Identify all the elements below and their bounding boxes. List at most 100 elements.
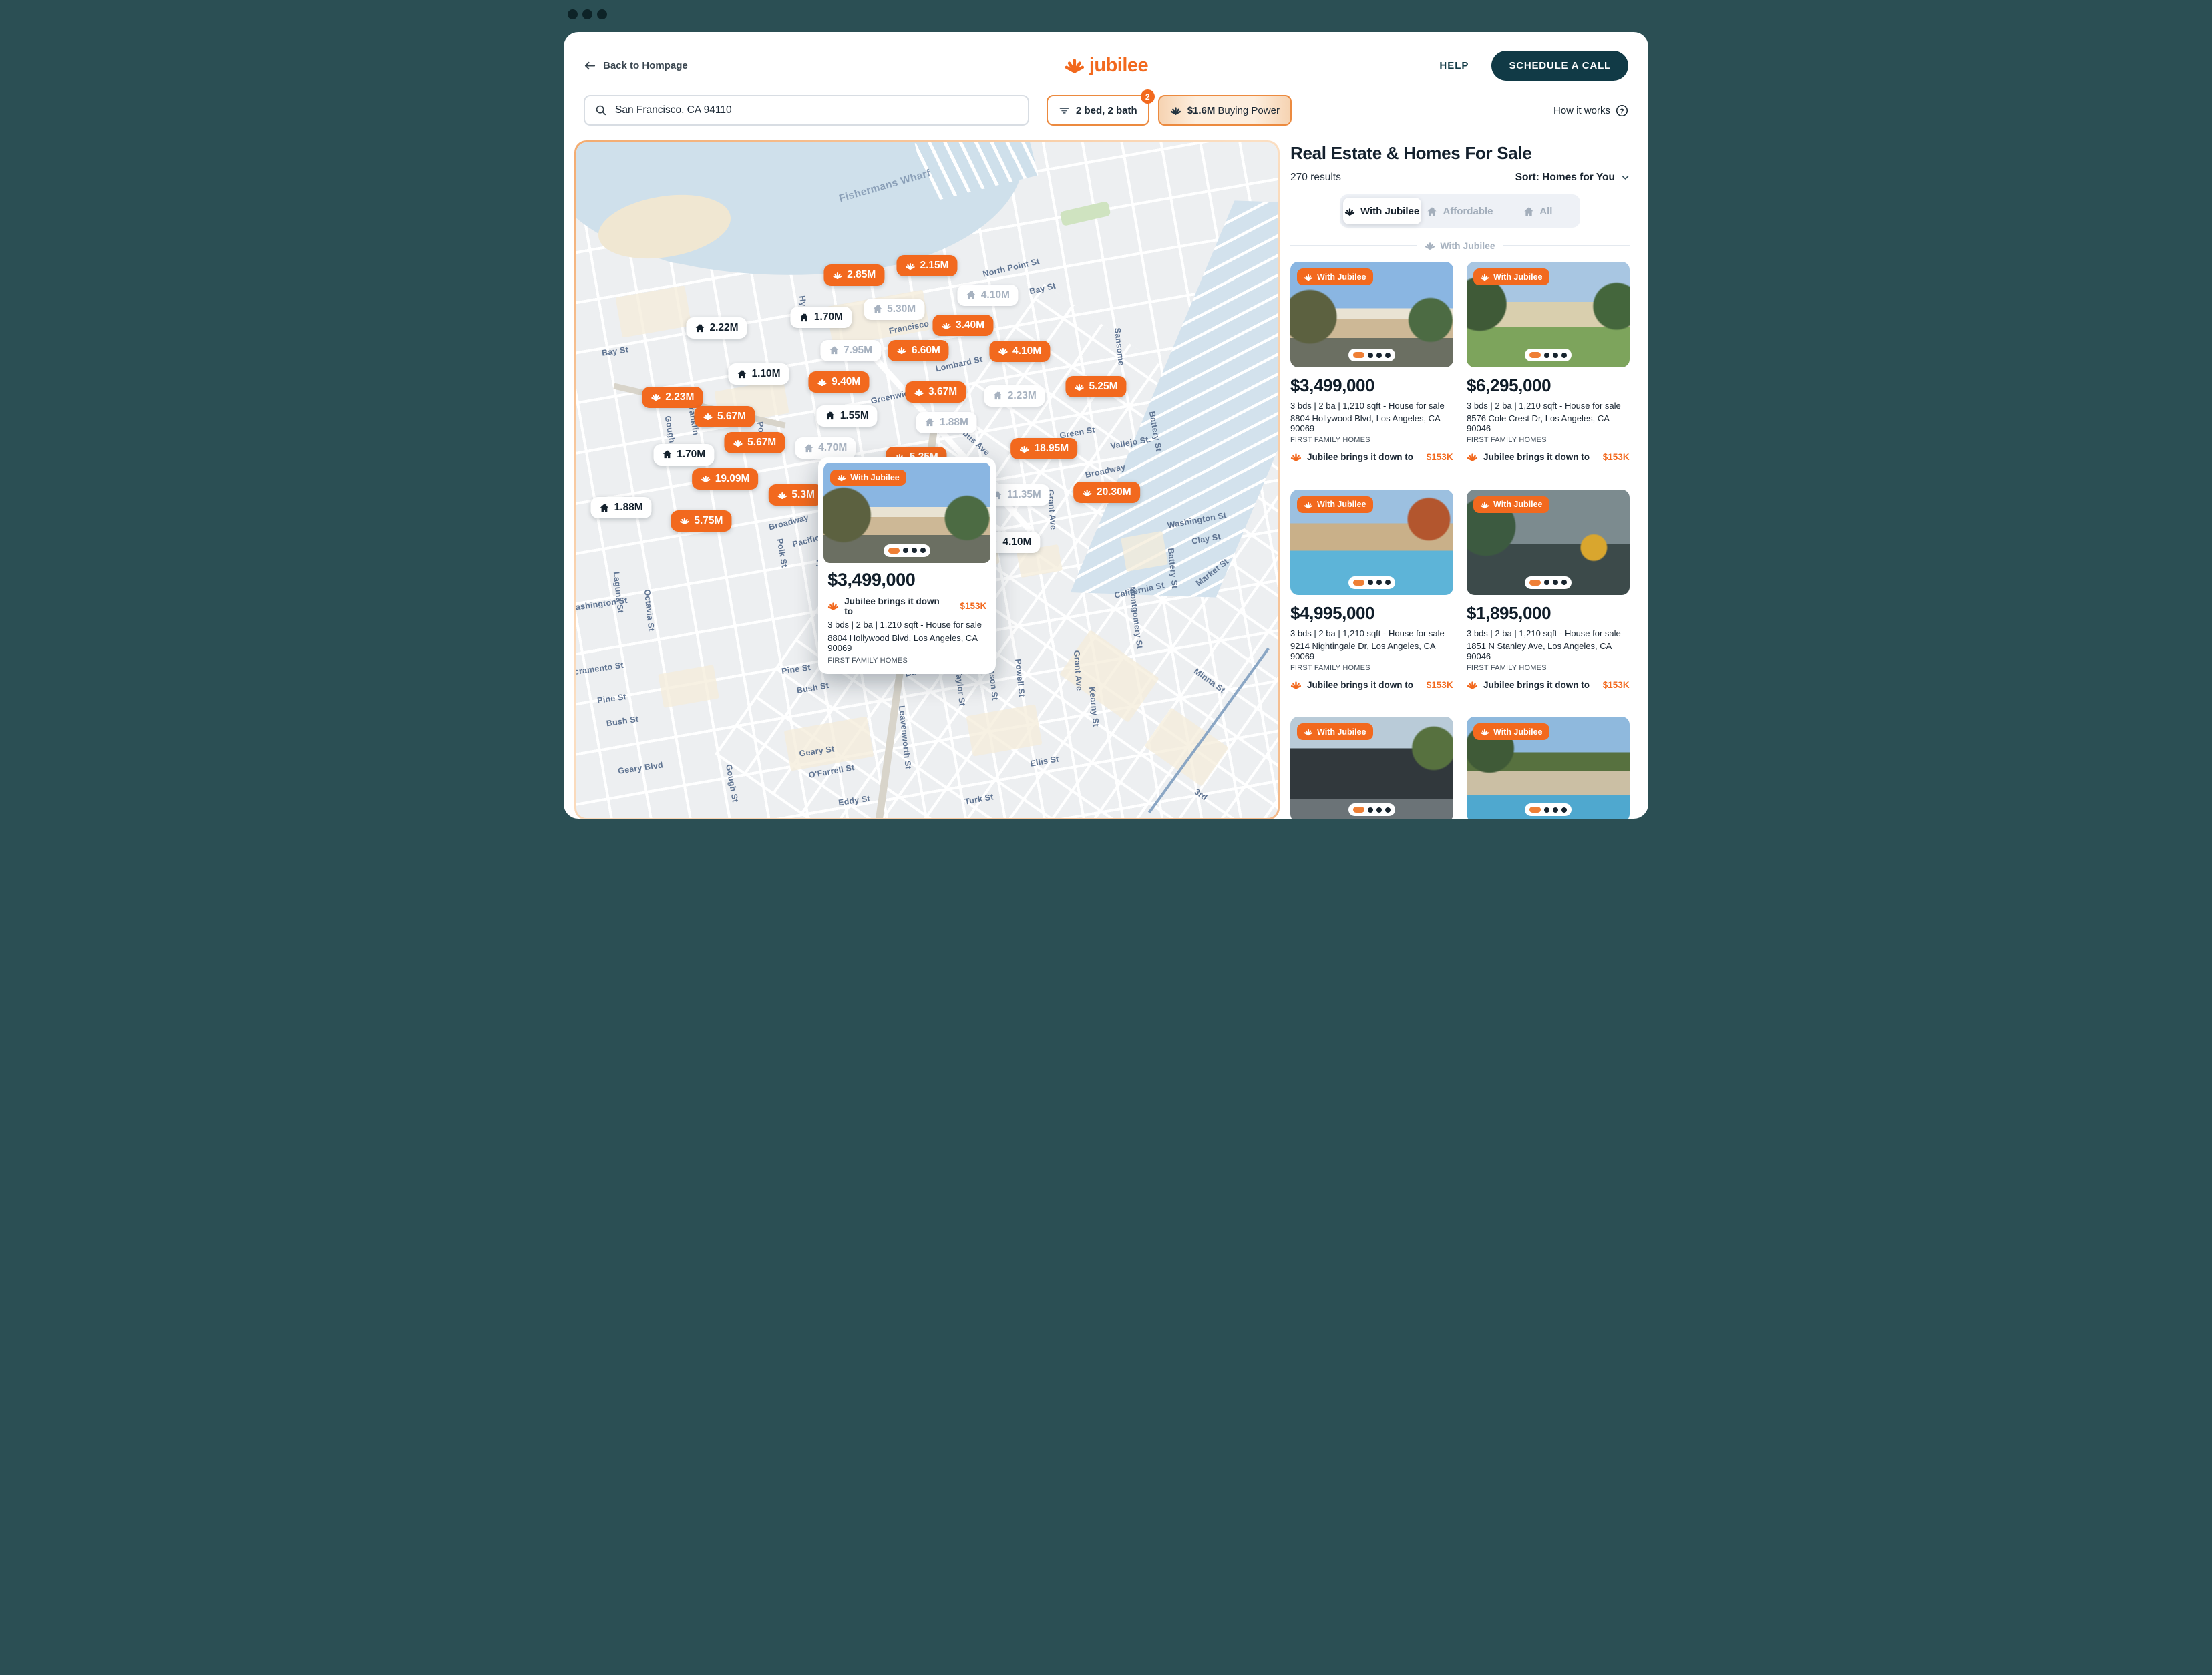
street-label: Washington St: [576, 596, 628, 613]
map-price-marker[interactable]: 2.23M: [984, 385, 1045, 407]
search-row: 2 bed, 2 bath 2 $1.6MBuying Power How it…: [564, 95, 1648, 126]
map-price-marker[interactable]: 4.10M: [989, 341, 1050, 362]
map-price-marker[interactable]: 2.22M: [686, 317, 747, 339]
map-price-marker[interactable]: 1.55M: [817, 405, 878, 427]
map-price-marker[interactable]: 1.70M: [791, 307, 852, 328]
map-price-marker[interactable]: 5.3M: [768, 484, 823, 506]
listing-card[interactable]: With Jubilee $1,699,000 3 bds | 2 ba | 1…: [1467, 717, 1630, 819]
map-price-marker[interactable]: 19.09M: [692, 468, 759, 490]
map-price-marker[interactable]: 1.70M: [653, 444, 714, 466]
jubilee-burst-icon: [837, 473, 846, 483]
map-price-marker[interactable]: 1.88M: [916, 412, 977, 433]
map-price-marker[interactable]: 5.75M: [671, 510, 731, 532]
popup-price: $3,499,000: [827, 570, 986, 590]
street-label: Sacramento St: [576, 661, 624, 678]
tab-with-jubilee[interactable]: With Jubilee: [1343, 198, 1421, 224]
photo-carousel-dots[interactable]: [1348, 576, 1395, 589]
street-label: Geary Blvd: [617, 760, 663, 775]
map-price-marker[interactable]: 4.70M: [795, 437, 856, 459]
help-link[interactable]: HELP: [1439, 60, 1469, 71]
beds-baths-filter-chip[interactable]: 2 bed, 2 bath 2: [1047, 95, 1149, 126]
listing-card[interactable]: With Jubilee $4,995,000 3 bds | 2 ba | 1…: [1290, 490, 1453, 700]
listing-card[interactable]: With Jubilee $1,699,000 3 bds | 2 ba | 1…: [1290, 717, 1453, 819]
map-price-marker[interactable]: 2.23M: [642, 387, 703, 408]
photo-carousel-dots[interactable]: [1525, 576, 1572, 589]
window-dot[interactable]: [582, 9, 592, 19]
window-dot[interactable]: [568, 9, 578, 19]
search-input[interactable]: [614, 104, 1018, 117]
map-price-marker[interactable]: 5.67M: [724, 432, 785, 453]
arrow-left-icon: [584, 59, 596, 72]
buying-power-chip[interactable]: $1.6MBuying Power: [1158, 95, 1292, 126]
popup-deal-line: Jubilee brings it down to $153K: [827, 596, 986, 616]
listing-deal-line: Jubilee brings it down to $153K: [1467, 451, 1630, 463]
listing-photo[interactable]: With Jubilee: [1467, 717, 1630, 819]
listing-card[interactable]: With Jubilee $6,295,000 3 bds | 2 ba | 1…: [1467, 262, 1630, 472]
jubilee-burst-icon: [1290, 451, 1302, 463]
water-bay: [576, 142, 1033, 298]
listing-card[interactable]: With Jubilee $3,499,000 3 bds | 2 ba | 1…: [1290, 262, 1453, 472]
tab-affordable[interactable]: Affordable: [1421, 198, 1499, 224]
street-label: Geary St: [799, 744, 835, 758]
map-frame: Fishermans WharfNorth Point StBay StBay …: [574, 140, 1280, 819]
map-price-marker[interactable]: 1.88M: [591, 497, 652, 518]
map-price-marker[interactable]: 2.85M: [823, 264, 884, 286]
map-price-marker[interactable]: 5.67M: [694, 406, 755, 427]
photo-carousel-dots[interactable]: [884, 544, 930, 557]
schedule-call-button[interactable]: SCHEDULE A CALL: [1491, 51, 1628, 81]
window-dot[interactable]: [597, 9, 607, 19]
with-jubilee-divider: With Jubilee: [1290, 240, 1630, 251]
street-label: Bay St: [1029, 281, 1057, 296]
listing-deal-line: Jubilee brings it down to $153K: [1290, 451, 1453, 463]
filter-icon: [1059, 104, 1070, 116]
popup-photo[interactable]: With Jubilee: [823, 463, 990, 563]
listing-price: $1,895,000: [1467, 603, 1630, 624]
listing-photo[interactable]: With Jubilee: [1290, 262, 1453, 367]
listing-photo[interactable]: With Jubilee: [1467, 490, 1630, 595]
question-circle-icon: ?: [1616, 104, 1628, 117]
photo-carousel-dots[interactable]: [1525, 349, 1572, 361]
jubilee-logo[interactable]: jubilee: [1064, 55, 1148, 77]
map-price-marker[interactable]: 18.95M: [1010, 438, 1077, 459]
map-price-marker[interactable]: 5.25M: [1066, 376, 1127, 397]
street-label: O'Farrell St: [808, 763, 856, 780]
street-label: Pine St: [596, 692, 626, 705]
map-canvas[interactable]: Fishermans WharfNorth Point StBay StBay …: [576, 142, 1278, 818]
map-price-marker[interactable]: 4.10M: [958, 285, 1019, 306]
back-to-homepage-link[interactable]: Back to Hompage: [584, 59, 688, 72]
listing-photo[interactable]: With Jubilee: [1467, 262, 1630, 367]
listing-photo[interactable]: With Jubilee: [1290, 717, 1453, 819]
sort-dropdown[interactable]: Sort: Homes for You: [1515, 172, 1630, 184]
map-price-marker[interactable]: 7.95M: [820, 340, 881, 361]
map-price-marker[interactable]: 3.67M: [905, 381, 966, 403]
map-price-marker[interactable]: 20.30M: [1073, 482, 1140, 503]
street-label: Montgomery St: [1127, 586, 1144, 650]
listing-photo[interactable]: With Jubilee: [1290, 490, 1453, 595]
map-price-marker[interactable]: 1.10M: [728, 363, 789, 385]
street-label: Sansome: [1113, 327, 1126, 366]
photo-carousel-dots[interactable]: [1348, 803, 1395, 816]
buying-power-value: $1.6M: [1187, 105, 1216, 116]
photo-carousel-dots[interactable]: [1348, 349, 1395, 361]
window-controls[interactable]: [568, 9, 607, 19]
with-jubilee-badge: With Jubilee: [1297, 496, 1373, 513]
street-label: 3rd: [1192, 787, 1208, 802]
map-listing-popup[interactable]: With Jubilee $3,499,000 Jubilee brings i…: [818, 457, 996, 674]
map-price-marker[interactable]: 5.30M: [864, 299, 924, 320]
map-price-marker[interactable]: 3.40M: [932, 315, 993, 336]
map-price-marker[interactable]: 9.40M: [808, 371, 869, 393]
photo-carousel-dots[interactable]: [1525, 803, 1572, 816]
top-bar: Back to Hompage jubilee HELP SCHEDULE A …: [564, 32, 1648, 80]
map-price-marker[interactable]: 6.60M: [888, 340, 949, 361]
with-jubilee-badge: With Jubilee: [1297, 723, 1373, 740]
jubilee-burst-icon: [1467, 679, 1478, 691]
how-it-works-link[interactable]: How it works ?: [1553, 104, 1628, 117]
tab-all[interactable]: All: [1499, 198, 1577, 224]
house-icon: [1523, 205, 1534, 216]
location-search[interactable]: [584, 95, 1029, 126]
map-price-marker[interactable]: 2.15M: [896, 255, 957, 276]
listing-price: $4,995,000: [1290, 603, 1453, 624]
listing-card[interactable]: With Jubilee $1,895,000 3 bds | 2 ba | 1…: [1467, 490, 1630, 700]
listing-broker: FIRST FAMILY HOMES: [1290, 664, 1453, 672]
listings-grid: With Jubilee $3,499,000 3 bds | 2 ba | 1…: [1290, 262, 1630, 819]
